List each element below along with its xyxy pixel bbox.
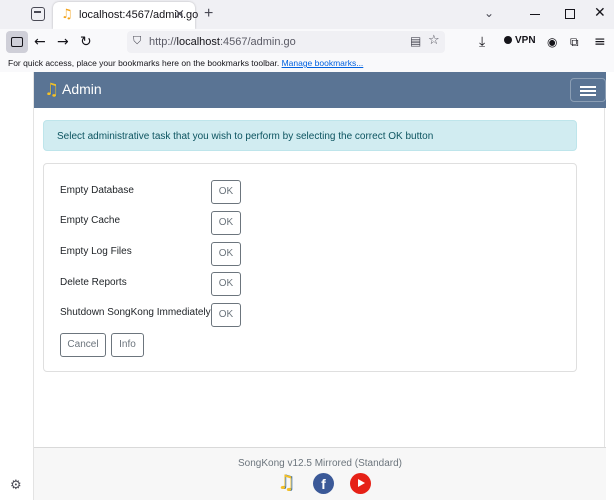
info-button[interactable]: Info [111, 333, 144, 357]
download-icon[interactable]: ⤓ [479, 33, 485, 51]
page-footer: SongKong v12.5 Mirrored (Standard) ♫ f [34, 448, 606, 500]
bookmarks-hint: For quick access, place your bookmarks h… [8, 58, 364, 68]
gear-icon[interactable]: ⚙ [10, 478, 22, 493]
task-label-delete-reports: Delete Reports [60, 277, 127, 288]
window-close-icon[interactable]: ✕ [594, 4, 606, 22]
url-bar[interactable]: ⛉ http://localhost:4567/admin.go ▤ ☆ [127, 31, 445, 53]
shield-icon[interactable]: ⛉ [133, 34, 141, 48]
empty-log-files-ok-button[interactable]: OK [211, 242, 241, 266]
youtube-icon[interactable] [350, 473, 371, 494]
admin-tasks-card: Empty Database OK Empty Cache OK Empty L… [43, 163, 577, 372]
tab-bar: ♫ localhost:4567/admin.go × + ⌄ ✕ [0, 0, 614, 29]
forward-icon[interactable]: → [57, 33, 69, 51]
tab-list-icon[interactable] [31, 7, 45, 21]
browser-toolbar: ← → ↻ ⛉ http://localhost:4567/admin.go ▤… [0, 29, 614, 57]
brand-title[interactable]: Admin [62, 81, 102, 97]
hamburger-icon[interactable] [570, 78, 606, 102]
info-alert: Select administrative task that you wish… [43, 120, 577, 151]
task-label-empty-log-files: Empty Log Files [60, 246, 132, 257]
account-icon[interactable]: ◉ [547, 33, 557, 51]
page-viewport: ♫ Admin Select administrative task that … [0, 72, 614, 500]
bookmark-star-icon[interactable]: ☆ [428, 33, 440, 48]
shutdown-songkong-ok-button[interactable]: OK [211, 303, 241, 327]
reload-icon[interactable]: ↻ [80, 33, 92, 51]
task-label-empty-cache: Empty Cache [60, 215, 121, 226]
plus-icon[interactable]: + [204, 5, 213, 23]
empty-cache-ok-button[interactable]: OK [211, 211, 241, 235]
sidebar-icon[interactable] [6, 31, 28, 53]
version-text: SongKong v12.5 Mirrored (Standard) [238, 458, 402, 469]
chevron-down-icon[interactable]: ⌄ [484, 6, 494, 20]
songkong-favicon: ♫ [61, 7, 73, 22]
manage-bookmarks-link[interactable]: Manage bookmarks... [282, 58, 364, 68]
extensions-icon[interactable]: ⧉ [570, 33, 579, 51]
delete-reports-ok-button[interactable]: OK [211, 272, 241, 296]
alert-message: Select administrative task that you wish… [57, 131, 434, 142]
task-label-empty-database: Empty Database [60, 185, 134, 196]
cancel-button[interactable]: Cancel [60, 333, 106, 357]
browser-tab[interactable]: ♫ localhost:4567/admin.go × [53, 2, 198, 29]
task-label-shutdown-songkong: Shutdown SongKong Immediately [60, 307, 211, 318]
vpn-button[interactable]: VPN [504, 35, 536, 46]
songkong-logo-icon[interactable]: ♫ [44, 80, 59, 100]
menu-icon[interactable]: ≡ [594, 33, 606, 51]
minimize-icon[interactable] [530, 14, 540, 15]
url-text[interactable]: http://localhost:4567/admin.go [149, 36, 296, 48]
empty-database-ok-button[interactable]: OK [211, 180, 241, 204]
back-icon[interactable]: ← [34, 33, 46, 51]
close-icon[interactable]: × [174, 7, 185, 23]
facebook-icon[interactable]: f [313, 473, 334, 494]
app-navbar: ♫ Admin [34, 72, 606, 108]
bookmarks-toolbar: For quick access, place your bookmarks h… [0, 57, 614, 72]
admin-page: ♫ Admin Select administrative task that … [33, 72, 606, 500]
reader-view-icon[interactable]: ▤ [410, 34, 421, 48]
songkong-icon[interactable]: ♫ [277, 471, 295, 493]
maximize-icon[interactable] [565, 9, 575, 19]
